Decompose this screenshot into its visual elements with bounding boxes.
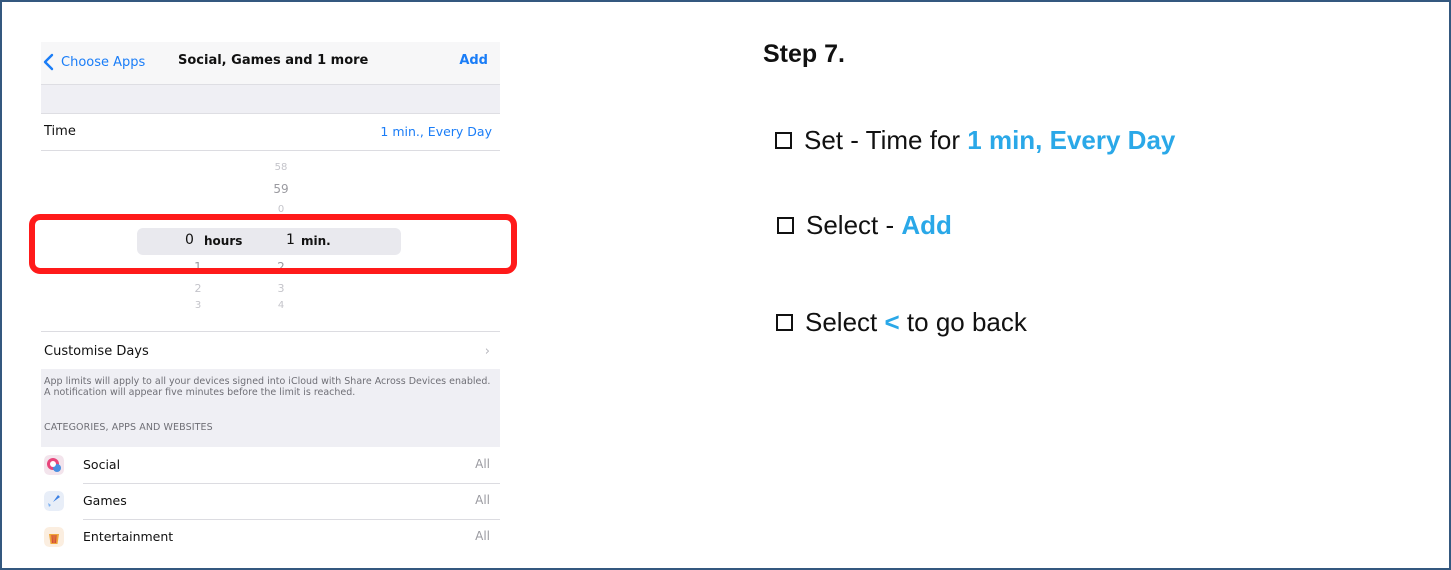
info-section: App limits will apply to all your device…: [41, 369, 500, 447]
picker-minute-below-3: 4: [277, 300, 285, 311]
customise-days-label: Customise Days: [44, 344, 149, 359]
divider: [41, 331, 500, 332]
picker-highlight-box: [29, 214, 517, 274]
checkbox-icon: [775, 132, 792, 149]
nav-title: Social, Games and 1 more: [178, 53, 369, 68]
instruction-text: Set - Time for: [804, 125, 968, 155]
step-title: Step 7.: [763, 40, 845, 68]
app-name: Social: [83, 457, 121, 472]
instruction-item: Select - Add: [777, 210, 952, 241]
instruction-suffix: to go back: [899, 307, 1027, 337]
time-row[interactable]: Time 1 min., Every Day: [41, 114, 500, 150]
picker-minute-above-2: 59: [273, 182, 289, 196]
phone-screenshot: Choose Apps Social, Games and 1 more Add…: [41, 42, 500, 558]
app-limit-value: All: [475, 529, 490, 543]
list-item[interactable]: Social All: [41, 447, 500, 483]
instruction-item: Set - Time for 1 min, Every Day: [775, 125, 1175, 156]
checkbox-icon: [777, 217, 794, 234]
instruction-highlight: <: [884, 307, 900, 337]
picker-minute-above-3: 58: [274, 162, 288, 173]
checkbox-icon: [776, 314, 793, 331]
chevron-left-icon: [43, 53, 54, 71]
app-limit-value: All: [475, 457, 490, 471]
chevron-right-icon: ›: [484, 344, 490, 359]
picker-minute-below-2: 3: [277, 282, 285, 295]
info-text: App limits will apply to all your device…: [44, 376, 491, 398]
add-button[interactable]: Add: [459, 53, 488, 68]
customise-days-row[interactable]: Customise Days ›: [41, 336, 500, 366]
games-icon: [44, 491, 64, 511]
picker-hour-below-2: 2: [194, 282, 202, 295]
list-item[interactable]: Games All: [41, 483, 500, 519]
instruction-highlight: 1 min, Every Day: [967, 125, 1176, 155]
spacer-band: [41, 84, 500, 114]
back-button-label: Choose Apps: [61, 54, 146, 70]
list-item[interactable]: Entertainment All: [41, 519, 500, 555]
app-limit-value: All: [475, 493, 490, 507]
instruction-text: Select -: [806, 210, 902, 240]
instruction-item: Select < to go back: [776, 307, 1027, 338]
app-name: Entertainment: [83, 529, 174, 544]
section-header: CATEGORIES, APPS AND WEBSITES: [44, 422, 213, 433]
instruction-highlight: Add: [901, 210, 952, 240]
social-icon: [44, 455, 64, 475]
instruction-text: Select: [805, 307, 885, 337]
picker-hour-below-3: 3: [194, 300, 202, 311]
entertainment-icon: [44, 527, 64, 547]
back-button[interactable]: Choose Apps: [41, 51, 145, 73]
nav-bar: Choose Apps Social, Games and 1 more Add: [41, 42, 500, 84]
time-label: Time: [44, 124, 76, 139]
app-name: Games: [83, 493, 127, 508]
time-value: 1 min., Every Day: [380, 124, 492, 139]
